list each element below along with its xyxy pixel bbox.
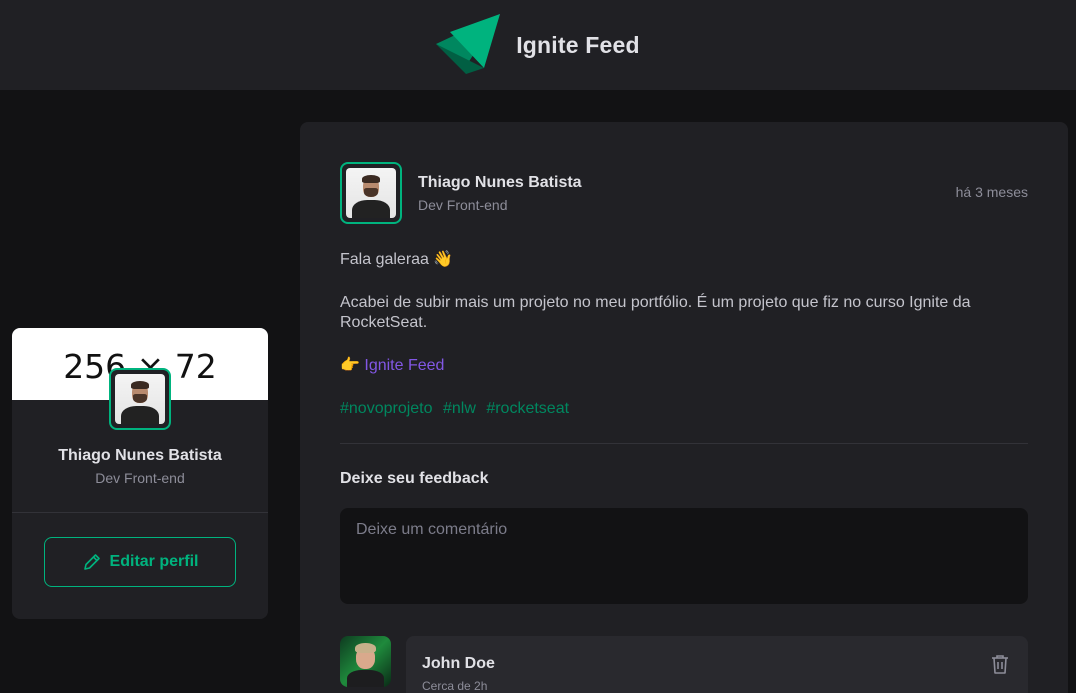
edit-profile-label: Editar perfil bbox=[109, 553, 199, 570]
feedback-title: Deixe seu feedback bbox=[340, 470, 489, 487]
post-card: Thiago Nunes Batista Dev Front-end há 3 … bbox=[300, 122, 1068, 693]
avatar bbox=[109, 368, 171, 430]
pencil-icon bbox=[83, 554, 100, 570]
divider bbox=[12, 512, 268, 513]
pointing-hand-icon: 👉 bbox=[340, 357, 365, 374]
post-author-name: Thiago Nunes Batista bbox=[418, 174, 582, 191]
delete-comment-button[interactable] bbox=[988, 652, 1012, 676]
avatar-image bbox=[115, 374, 165, 424]
comment-item: John Doe Cerca de 2h bbox=[406, 636, 1028, 693]
profile-name: Thiago Nunes Batista bbox=[58, 447, 222, 464]
post-time: há 3 meses bbox=[955, 184, 1028, 200]
divider bbox=[340, 443, 1028, 444]
app-title: Ignite Feed bbox=[516, 31, 640, 58]
trash-icon bbox=[992, 655, 1008, 674]
comment-input[interactable] bbox=[340, 508, 1028, 604]
post-author-role: Dev Front-end bbox=[418, 197, 508, 213]
post-link-line: 👉 Ignite Feed bbox=[340, 356, 1028, 376]
comment-author-avatar[interactable] bbox=[340, 636, 391, 687]
comment-author-name: John Doe bbox=[422, 655, 495, 672]
post-content: Fala galeraa 👋 Acabei de subir mais um p… bbox=[340, 250, 1028, 442]
hashtag-link[interactable]: #nlw bbox=[443, 400, 476, 417]
post-paragraph: Acabei de subir mais um projeto no meu p… bbox=[340, 294, 971, 331]
app-header: Ignite Feed bbox=[0, 0, 1076, 90]
hashtag-list: #novoprojeto #nlw #rocketseat bbox=[340, 399, 1028, 419]
profile-sidebar: 256 × 72 Thiago Nunes Batista Dev Front-… bbox=[12, 328, 268, 619]
profile-role: Dev Front-end bbox=[95, 470, 185, 486]
post-author-avatar[interactable] bbox=[340, 162, 402, 224]
hashtag-link[interactable]: #novoprojeto bbox=[340, 400, 433, 417]
hashtag-link[interactable]: #rocketseat bbox=[486, 400, 569, 417]
ignite-logo-icon bbox=[436, 14, 501, 74]
avatar-image bbox=[346, 168, 396, 218]
comment-time: Cerca de 2h bbox=[422, 679, 488, 693]
edit-profile-button[interactable]: Editar perfil bbox=[44, 537, 236, 587]
project-link[interactable]: Ignite Feed bbox=[364, 357, 444, 374]
post-greeting: Fala galeraa 👋 bbox=[340, 251, 454, 268]
